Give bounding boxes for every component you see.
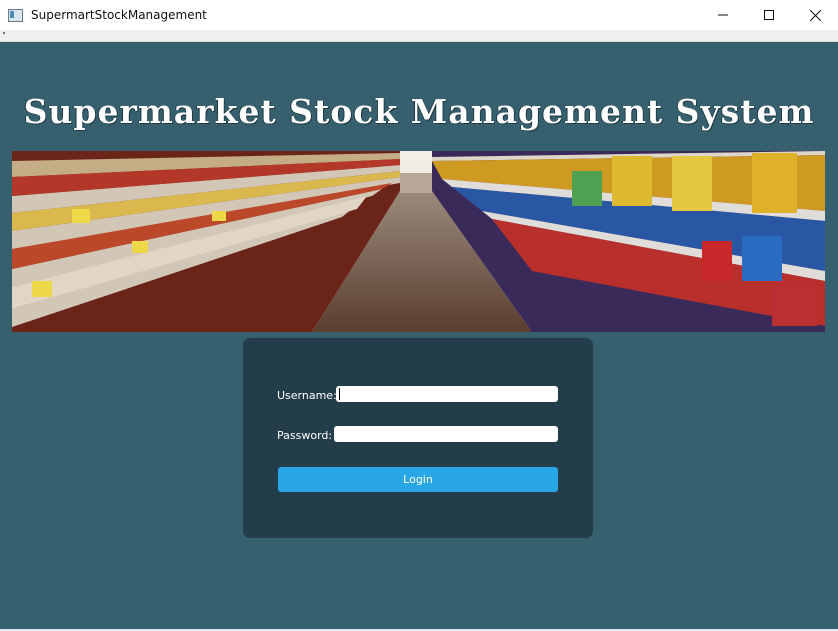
username-label: Username: [277, 389, 337, 402]
close-button[interactable] [792, 0, 838, 30]
grip-dot [3, 32, 5, 34]
username-input[interactable] [336, 386, 558, 402]
login-button[interactable]: Login [278, 467, 558, 492]
window-controls [700, 0, 838, 30]
main-content: Supermarket Stock Management System User… [0, 42, 838, 631]
text-caret [339, 388, 340, 400]
banner-image [12, 151, 825, 332]
login-panel: Username: Password: Login [243, 338, 593, 538]
minimize-button[interactable] [700, 0, 746, 30]
app-icon [8, 8, 23, 22]
menu-strip [0, 30, 838, 42]
maximize-icon [764, 10, 774, 20]
password-input[interactable] [334, 426, 558, 442]
password-label: Password: [277, 429, 333, 442]
window-title: SupermartStockManagement [31, 8, 207, 22]
page-title: Supermarket Stock Management System [23, 92, 815, 131]
window-titlebar: SupermartStockManagement [0, 0, 838, 30]
supermarket-aisle-image [12, 151, 825, 332]
maximize-button[interactable] [746, 0, 792, 30]
close-icon [809, 9, 821, 21]
minimize-icon [718, 14, 728, 16]
